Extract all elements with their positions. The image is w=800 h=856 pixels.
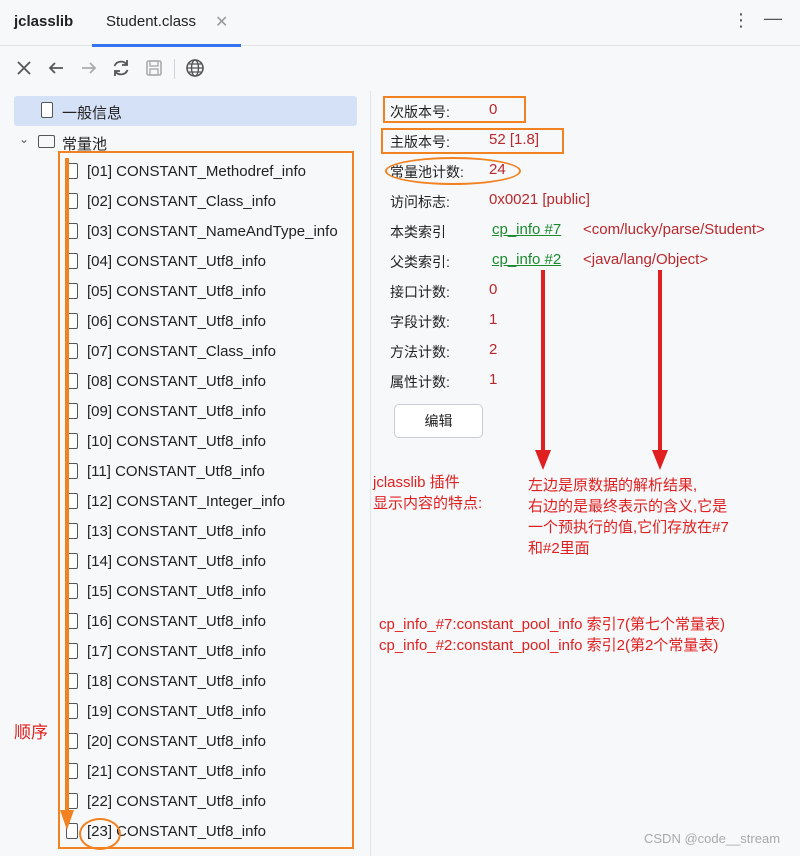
annotation-cp7-note: cp_info_#7:constant_pool_info 索引7(第七个常量表… [379,616,725,633]
annotation-plugin-line2: 显示内容的特点: [373,495,483,512]
annotation-cp2-note: cp_info_#2:constant_pool_info 索引2(第2个常量表… [379,637,719,654]
watermark: CSDN @code__stream [644,831,781,846]
annotation-order: 顺序 [14,723,48,742]
annotation-plugin-line1: jclasslib 插件 [373,474,460,491]
order-arrow-head [60,810,74,830]
resolved-arrow-head [652,450,668,470]
annotation-explain-line2: 右边的是最终表示的含义,它是 [528,498,728,515]
link-arrow-head [535,450,551,470]
annotation-explain-line3: 一个预执行的值,它们存放在#7 [528,519,729,536]
annotation-arrows [60,158,668,830]
annotation-explain-line1: 左边是原数据的解析结果, [528,477,698,494]
annotation-explain-line4: 和#2里面 [528,540,590,557]
